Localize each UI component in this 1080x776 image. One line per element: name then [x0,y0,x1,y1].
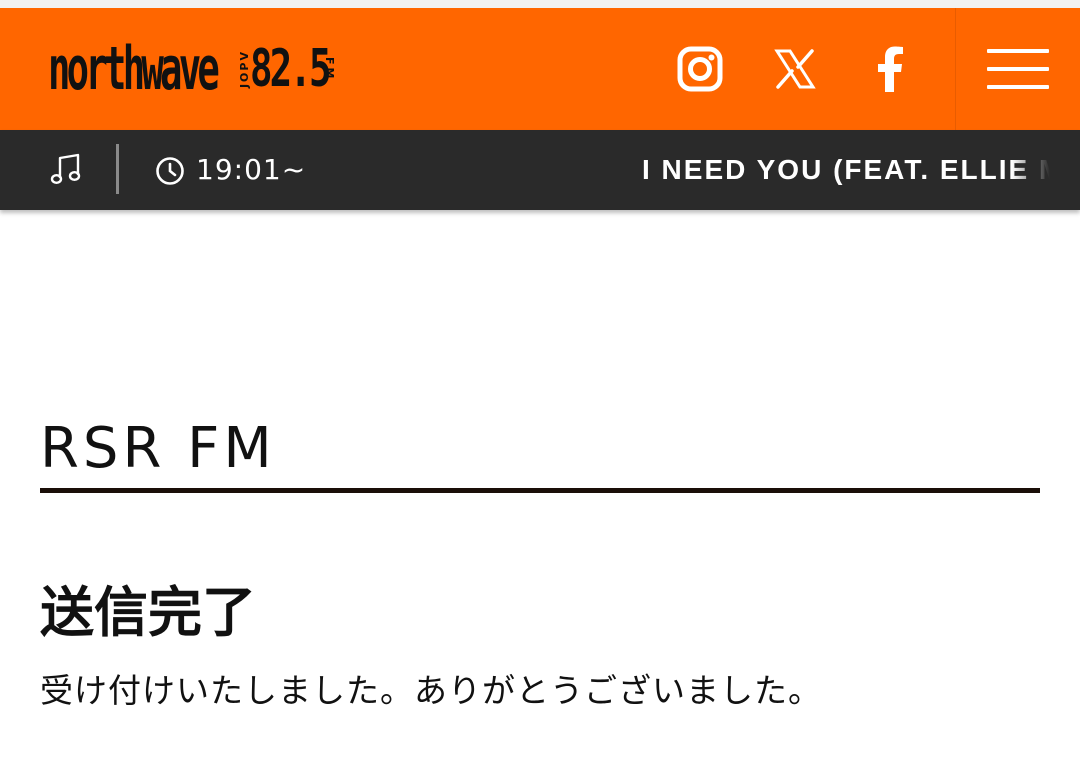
now-playing-bar: 19:01~ I NEED YOU (FEAT. ELLIE M [0,130,1080,210]
facebook-icon [878,46,903,92]
hamburger-menu-line [987,85,1049,89]
menu-button[interactable] [956,8,1080,130]
submission-complete-title: 送信完了 [40,581,256,644]
x-logo-icon [774,49,816,89]
heading-underline [40,488,1040,493]
clock-icon [156,157,184,185]
logo-frequency: 82.5 [250,39,332,99]
instagram-icon [677,46,723,92]
logo-callsign: JOPV [238,49,251,89]
top-rule [0,0,1080,8]
logo-wordmark: northwave [48,34,220,104]
facebook-link[interactable] [860,8,920,130]
instagram-link[interactable] [670,8,730,130]
page-title: RSR FM [40,416,276,481]
station-logo[interactable]: northwave JOPV 82.5 FM [48,34,336,104]
music-note-icon[interactable] [48,152,84,188]
submission-complete-message: 受け付けいたしました。ありがとうございました。 [40,671,822,710]
hamburger-menu-icon [987,49,1049,53]
hamburger-menu-line [987,67,1049,71]
x-link[interactable] [765,8,825,130]
now-playing-divider [116,144,119,194]
broadcast-time: 19:01~ [196,153,307,186]
now-playing-title[interactable]: I NEED YOU (FEAT. ELLIE M [642,152,1050,188]
